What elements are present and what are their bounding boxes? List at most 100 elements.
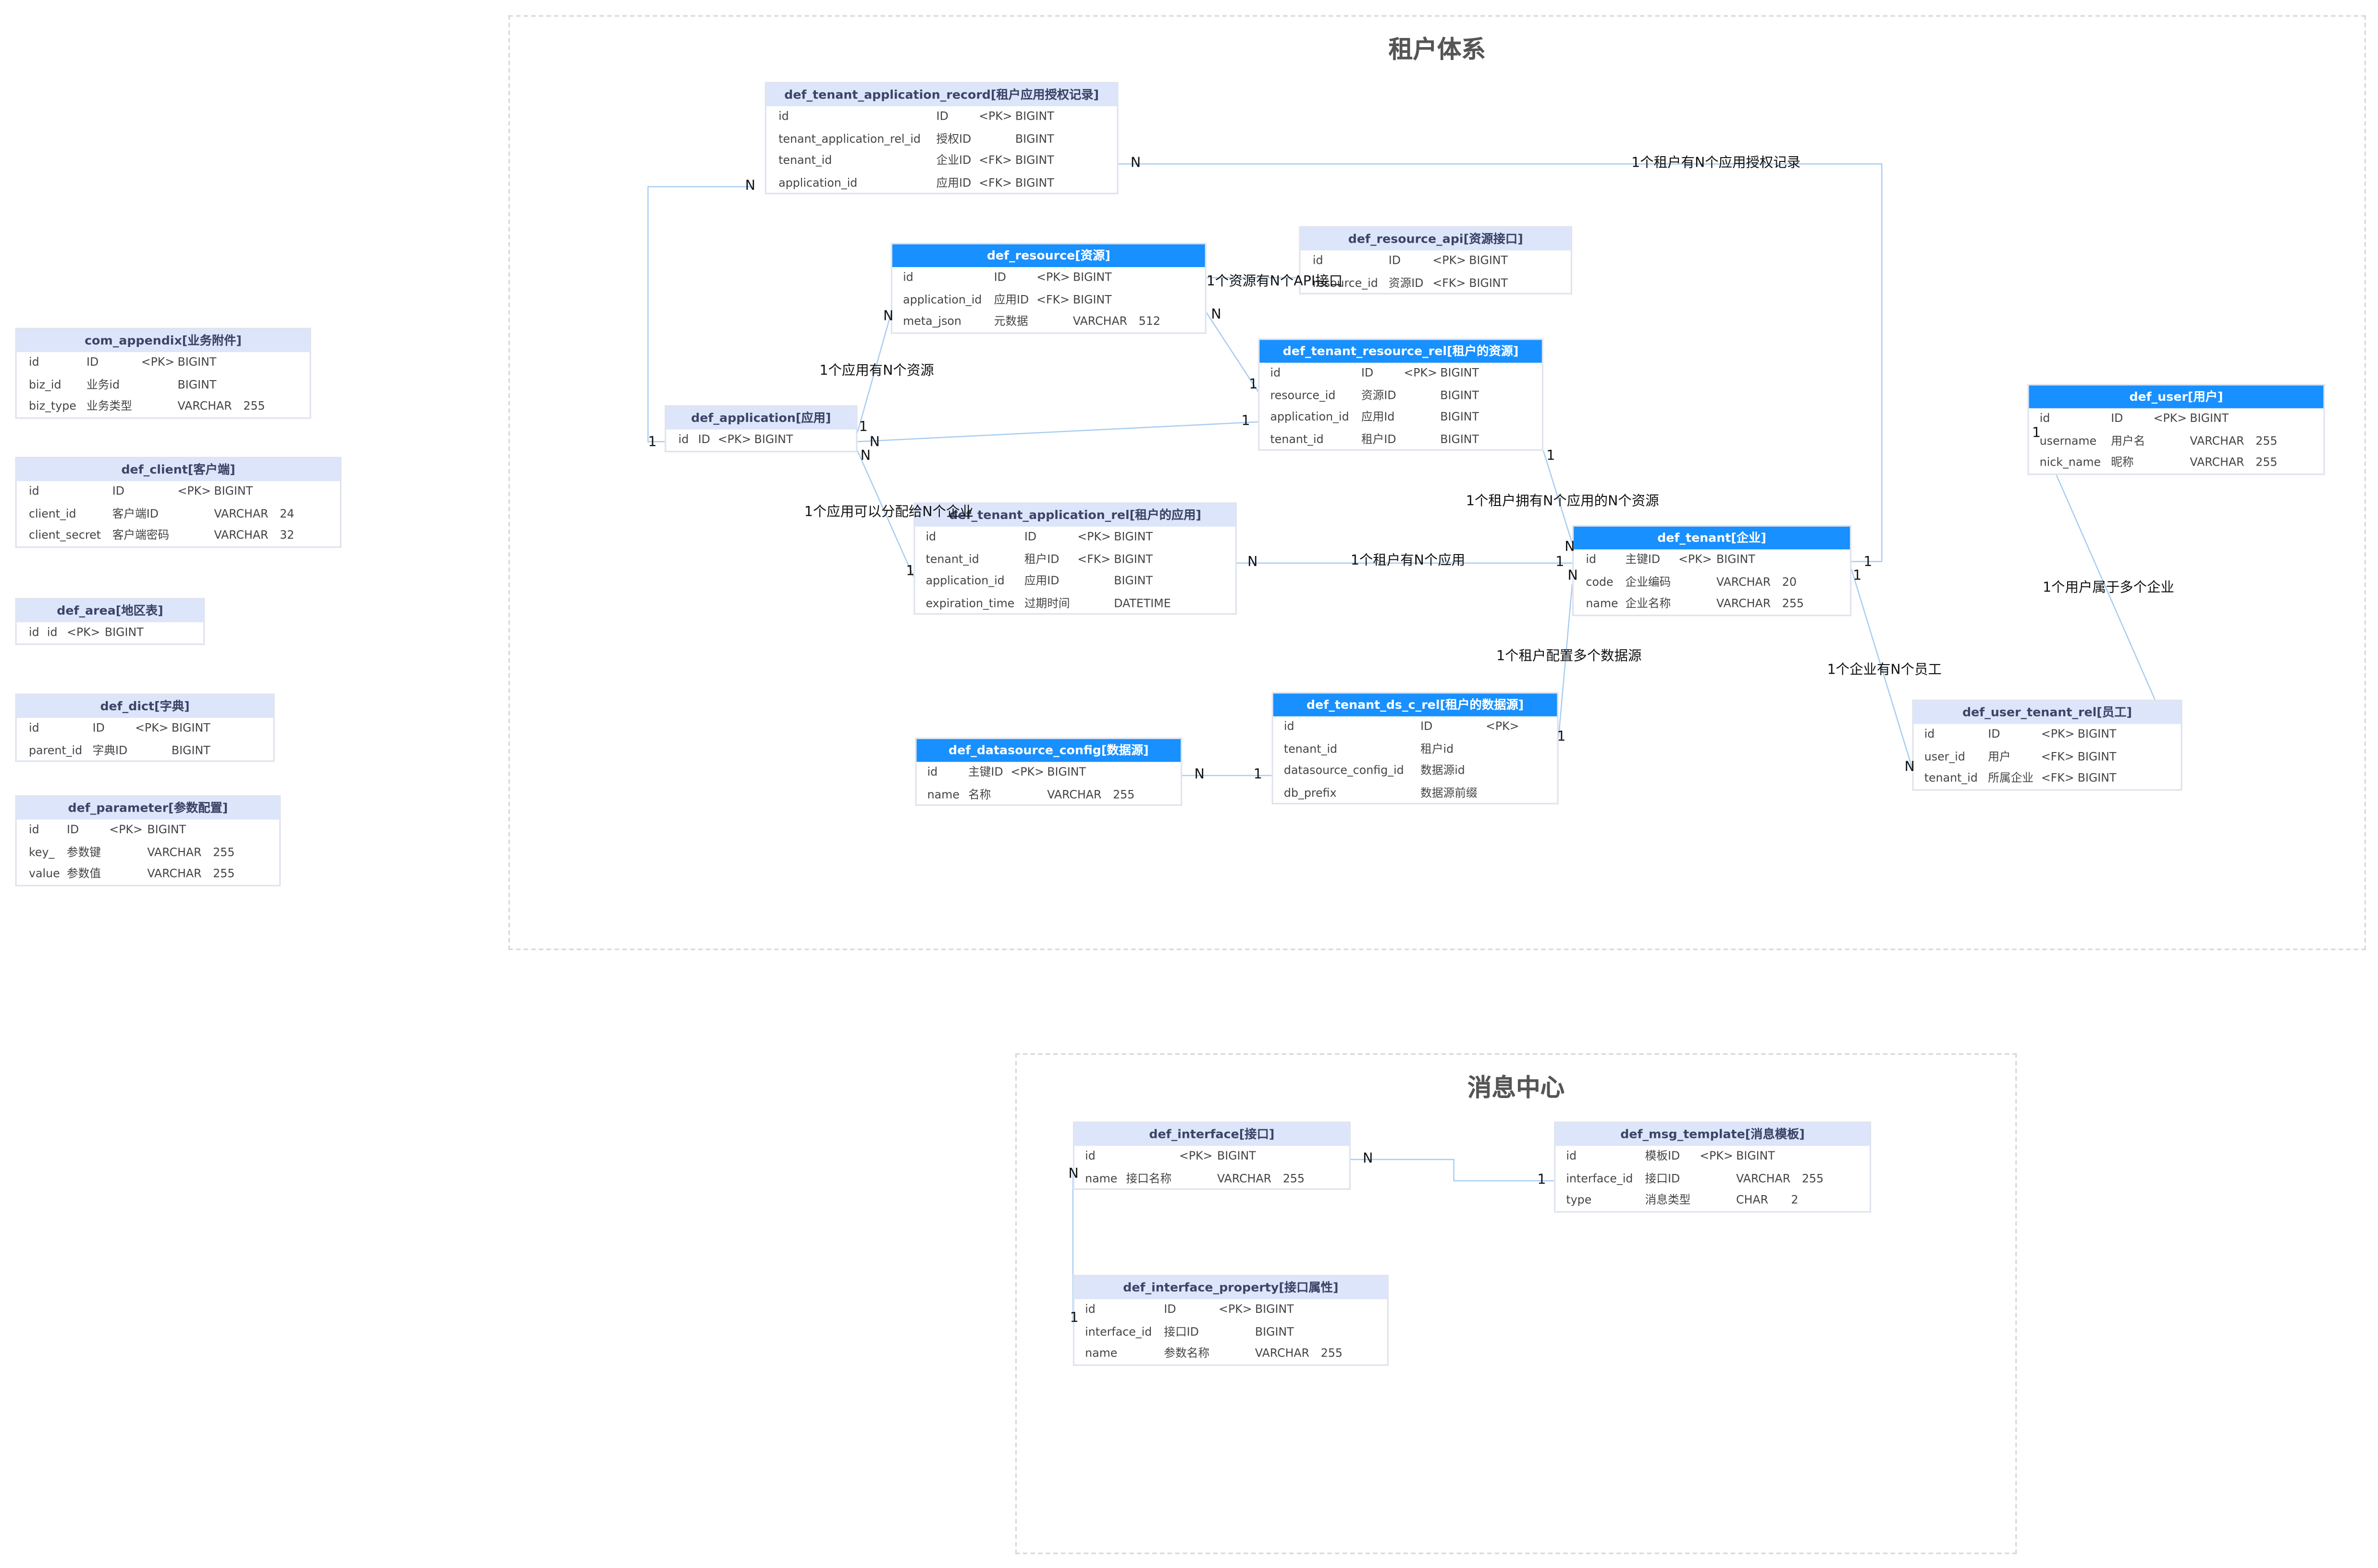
column-type: BIGINT xyxy=(1217,1148,1256,1163)
column-type: BIGINT xyxy=(2077,749,2117,763)
column-name: id xyxy=(903,270,913,284)
column-name: id xyxy=(29,484,39,498)
column-type: VARCHAR 255 xyxy=(147,866,235,881)
column-type: BIGINT xyxy=(2077,771,2117,785)
column-name: name xyxy=(927,787,960,801)
column-name: code xyxy=(1586,574,1614,589)
column-comment: 主键ID xyxy=(968,765,1003,779)
table-def-tenant-resource-rel[interactable]: def_tenant_resource_rel[租户的资源] id ID <PK> BI… xyxy=(1258,338,1543,452)
table-row: id ID <PK> BIGINT xyxy=(2029,408,2324,431)
column-type: BIGINT xyxy=(214,484,253,498)
relation-line-ln-record-app xyxy=(647,186,752,443)
column-name: value xyxy=(29,866,60,881)
column-name: id xyxy=(1085,1148,1096,1163)
table-def-tenant-application-record[interactable]: def_tenant_application_record[租户应用授权记录] i… xyxy=(764,82,1119,195)
column-comment: 企业名称 xyxy=(1625,596,1671,611)
table-def-client[interactable]: def_client[客户端] id ID <PK> BIGINT client_id 客户… xyxy=(15,457,342,548)
table-title: def_client[客户端] xyxy=(16,458,340,482)
relation-label: 1个租户有N个应用授权记录 xyxy=(1631,156,1801,172)
column-type: BIGINT xyxy=(147,822,186,837)
table-row: code 企业编码 VARCHAR 20 xyxy=(1574,571,1850,593)
cardinality-label: 1 xyxy=(1555,555,1565,571)
column-comment: 数据源id xyxy=(1420,764,1465,778)
cardinality-label: N xyxy=(1194,768,1205,783)
table-row: interface_id 接口ID VARCHAR 255 xyxy=(1555,1168,1870,1190)
table-row: meta_json 元数据 VARCHAR 512 xyxy=(892,311,1205,333)
column-name: user_id xyxy=(1924,749,1965,763)
table-row: key_ 参数键 VARCHAR 255 xyxy=(17,842,279,864)
column-key: <PK> xyxy=(2153,411,2187,425)
column-type: BIGINT xyxy=(1440,366,1479,380)
table-def-msg-template[interactable]: def_msg_template[消息模板] id 模板ID <PK> BIGINT in… xyxy=(1554,1121,1872,1212)
table-row: expiration_time 过期时间 DATETIME xyxy=(915,593,1235,615)
column-comment: ID xyxy=(1988,727,2000,741)
table-title: def_msg_template[消息模板] xyxy=(1555,1123,1870,1146)
table-row: name 名称 VARCHAR 255 xyxy=(917,784,1181,806)
table-com-appendix[interactable]: com_appendix[业务附件] id ID <PK> BIGINT biz_id 业务… xyxy=(15,328,311,419)
table-def-tenant-ds-c-rel[interactable]: def_tenant_ds_c_rel[租户的数据源] id ID <PK> tenan… xyxy=(1271,692,1559,805)
column-type: BIGINT xyxy=(104,625,144,639)
table-def-dict[interactable]: def_dict[字典] id ID <PK> BIGINT parent_id 字典ID B… xyxy=(15,693,275,763)
column-type: VARCHAR 512 xyxy=(1072,314,1161,328)
column-type: BIGINT xyxy=(1716,552,1755,567)
table-def-tenant[interactable]: def_tenant[企业] id 主键ID <PK> BIGINT code 企业编码 VA… xyxy=(1572,525,1852,616)
column-name: resource_id xyxy=(1270,388,1336,402)
cardinality-label: 1 xyxy=(1557,730,1566,745)
table-title: def_interface[接口] xyxy=(1074,1123,1349,1146)
cardinality-label: N xyxy=(1567,569,1578,584)
cardinality-label: N xyxy=(1247,555,1258,571)
table-def-interface[interactable]: def_interface[接口] id <PK> BIGINT name 接口名称 VAR… xyxy=(1072,1121,1351,1190)
column-type: CHAR 2 xyxy=(1736,1193,1799,1207)
column-name: name xyxy=(1085,1171,1118,1185)
column-key: <PK> xyxy=(1010,765,1044,779)
column-key: <PK> xyxy=(1077,530,1111,543)
column-type: BIGINT xyxy=(177,377,217,391)
cardinality-label: N xyxy=(1363,1152,1373,1167)
table-title: def_resource[资源] xyxy=(892,244,1205,267)
table-def-user-tenant-rel[interactable]: def_user_tenant_rel[员工] id ID <PK> BIGINT use… xyxy=(1912,699,2182,790)
cardinality-label: N xyxy=(1130,156,1141,172)
er-diagram-canvas: 租户体系 消息中心 com_appendix[业务附件] id ID <PK> BIGIN… xyxy=(0,0,2378,1568)
table-row: application_id 应用ID <FK> BIGINT xyxy=(766,173,1117,195)
table-row: id ID <PK> BIGINT xyxy=(1914,724,2181,746)
table-row: tenant_id 租户ID <FK> BIGINT xyxy=(915,549,1235,571)
column-comment: 用户名 xyxy=(2111,433,2145,447)
column-comment: 所属企业 xyxy=(1988,771,2034,785)
column-type: BIGINT xyxy=(2190,411,2229,425)
table-def-resource[interactable]: def_resource[资源] id ID <PK> BIGINT applicatio… xyxy=(890,243,1207,334)
column-comment: ID xyxy=(1024,530,1037,543)
column-comment: 资源ID xyxy=(1388,275,1424,289)
cardinality-label: 1 xyxy=(1863,555,1873,571)
column-name: id xyxy=(2039,411,2050,425)
table-row: tenant_application_rel_id 授权ID BIGINT xyxy=(766,128,1117,150)
table-row: name 参数名称 VARCHAR 255 xyxy=(1074,1344,1387,1366)
table-title: def_parameter[参数配置] xyxy=(16,797,280,820)
table-def-application[interactable]: def_application[应用] id ID <PK> BIGINT xyxy=(665,405,858,452)
table-row: tenant_id 租户ID BIGINT xyxy=(1259,429,1541,451)
column-type: BIGINT xyxy=(1015,131,1054,145)
column-key: <PK> xyxy=(135,721,169,735)
cardinality-label: 1 xyxy=(2032,426,2041,442)
table-def-interface-property[interactable]: def_interface_property[接口属性] id ID <PK> BIGI… xyxy=(1072,1274,1389,1366)
table-def-parameter[interactable]: def_parameter[参数配置] id ID <PK> BIGINT key_ 参数键… xyxy=(15,795,281,886)
column-comment: 接口ID xyxy=(1164,1324,1199,1338)
column-comment: 业务id xyxy=(86,377,120,391)
column-name: key_ xyxy=(29,844,55,859)
cardinality-label: N xyxy=(869,435,880,451)
table-def-area[interactable]: def_area[地区表] id id <PK> BIGINT xyxy=(15,598,205,644)
column-name: biz_id xyxy=(29,377,62,391)
table-row: tenant_id 企业ID <FK> BIGINT xyxy=(766,150,1117,173)
table-def-user[interactable]: def_user[用户] id ID <PK> BIGINT username 用户名 VAR… xyxy=(2027,384,2325,475)
column-name: nick_name xyxy=(2039,456,2101,469)
table-def-datasource-config[interactable]: def_datasource_config[数据源] id 主键ID <PK> BIGI… xyxy=(915,737,1183,806)
column-type: BIGINT xyxy=(1072,292,1112,306)
cardinality-label: 1 xyxy=(906,564,915,580)
column-comment: 应用ID xyxy=(936,175,972,190)
relation-line-ln-app-resrel xyxy=(857,421,1258,443)
table-row: tenant_id 租户id xyxy=(1273,739,1557,761)
table-title: def_area[地区表] xyxy=(16,599,204,622)
column-name: id xyxy=(1586,552,1597,567)
table-row: resource_id 资源ID BIGINT xyxy=(1259,385,1541,407)
table-title: def_user[用户] xyxy=(2029,385,2324,408)
column-key: <FK> xyxy=(1432,275,1466,289)
